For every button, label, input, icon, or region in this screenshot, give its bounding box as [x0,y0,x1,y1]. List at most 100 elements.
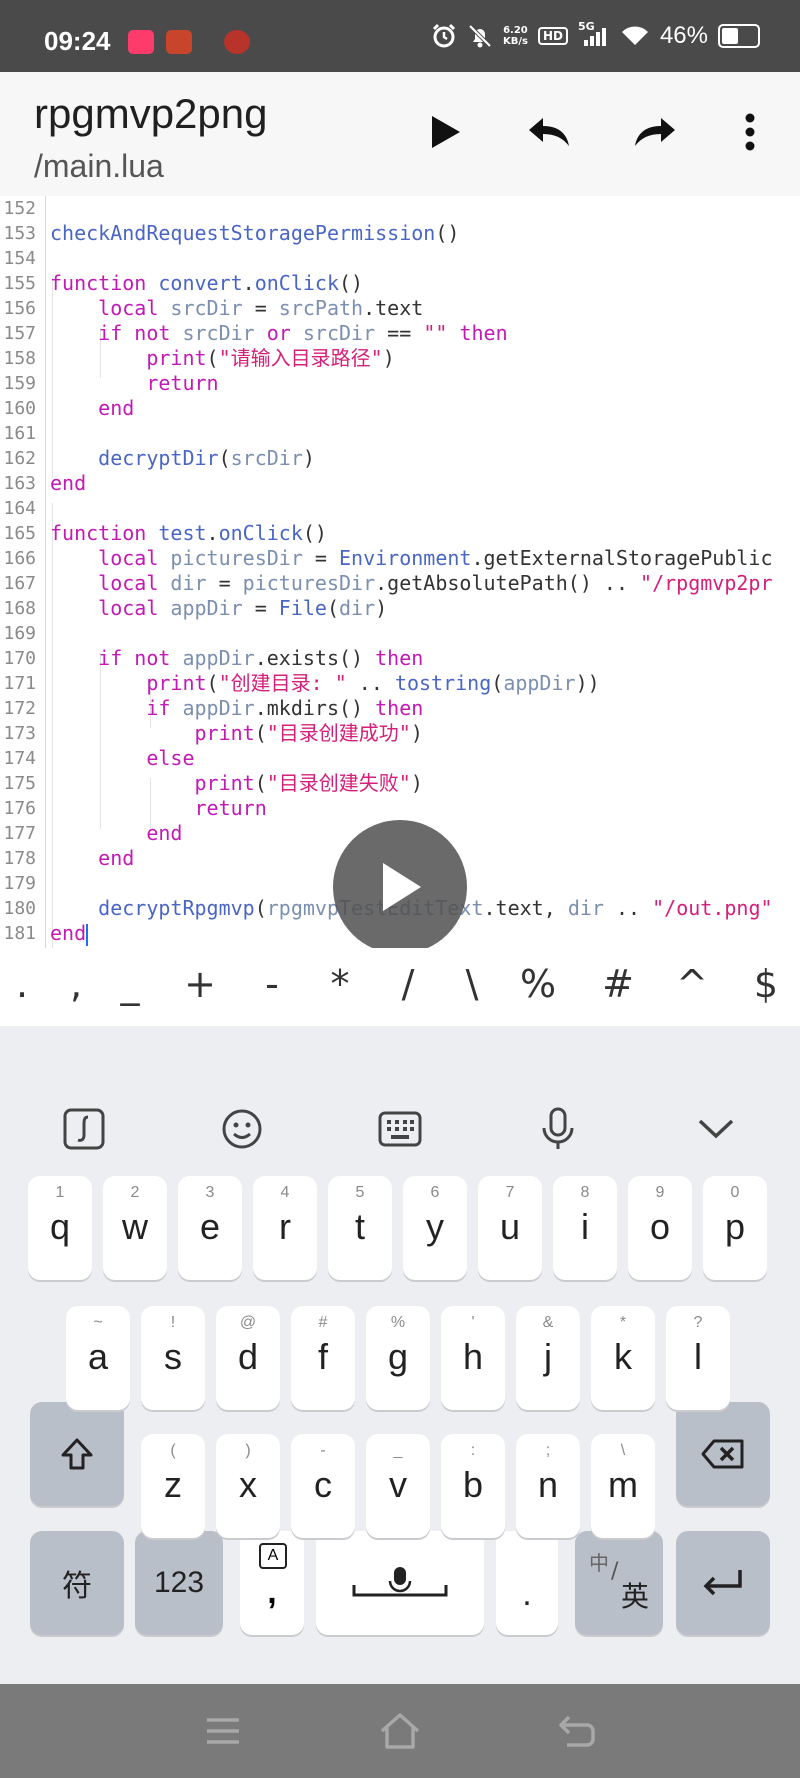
key-r[interactable]: 4r [253,1176,317,1280]
code-line[interactable]: 167 local dir = picturesDir.getAbsoluteP… [0,571,800,596]
shift-icon [61,1438,93,1470]
key-o[interactable]: 9o [628,1176,692,1280]
line-number: 178 [3,848,36,869]
key-d[interactable]: @ d [216,1306,280,1410]
code-line[interactable]: 176 return [0,796,800,821]
key-hint: ? [693,1314,703,1331]
key-h[interactable]: ' h [441,1306,505,1410]
key-p[interactable]: 0p [703,1176,767,1280]
code-line[interactable]: 164 [0,496,800,521]
emoji-button[interactable] [217,1104,267,1154]
code-line[interactable]: 157 if not srcDir or srcDir == "" then [0,321,800,346]
back-button[interactable] [552,1706,602,1756]
code-line[interactable]: 172 if appDir.mkdirs() then [0,696,800,721]
key-m[interactable]: \ m [591,1434,655,1538]
key-g[interactable]: % g [366,1306,430,1410]
key-n[interactable]: ; n [516,1434,580,1538]
symbol-key[interactable]: % [508,962,568,1006]
code-line[interactable]: 159 return [0,371,800,396]
redo-button[interactable] [624,102,684,162]
code-text: checkAndRequestStoragePermission() [50,221,459,246]
recent-apps-button[interactable] [198,1706,248,1756]
code-line[interactable]: 155 function convert.onClick() [0,271,800,296]
key-w[interactable]: 2w [103,1176,167,1280]
undo-button[interactable] [520,102,580,162]
code-line[interactable]: 160 end [0,396,800,421]
code-line[interactable]: 171 print("创建目录: " .. tostring(appDir)) [0,671,800,696]
symbol-key[interactable]: ^ [662,962,722,1006]
code-line[interactable]: 173 print("目录创建成功") [0,721,800,746]
key-f[interactable]: # f [291,1306,355,1410]
code-line[interactable]: 158 print("请输入目录路径") [0,346,800,371]
symbols-key[interactable]: 符 [30,1531,124,1635]
code-token: == [375,321,424,345]
key-b[interactable]: :b [441,1434,505,1538]
symbol-key[interactable]: _ [100,962,160,1006]
line-number: 161 [3,423,36,444]
numbers-key[interactable]: 123 [135,1531,223,1635]
code-line[interactable]: 175 print("目录创建失败") [0,771,800,796]
symbol-key[interactable]: / [378,962,438,1006]
code-line[interactable]: 153 checkAndRequestStoragePermission() [0,221,800,246]
code-line[interactable]: 163 end [0,471,800,496]
key-hint: ( [170,1442,176,1459]
code-line[interactable]: 161 [0,421,800,446]
home-button[interactable] [375,1706,425,1756]
key-s[interactable]: ! s [141,1306,205,1410]
space-key[interactable] [316,1531,484,1635]
code-token: ( [254,771,267,795]
symbol-key[interactable]: $ [736,962,796,1006]
code-line[interactable]: 154 [0,246,800,271]
hide-keyboard-button[interactable] [691,1104,741,1154]
symbol-key[interactable]: + [170,962,230,1006]
symbol-key[interactable]: , [46,962,106,1006]
key-e[interactable]: 3e [178,1176,242,1280]
key-j[interactable]: & j [516,1306,580,1410]
symbol-key[interactable]: * [310,962,370,1006]
more-options-button[interactable] [720,102,780,162]
keyboard-layout-button[interactable] [375,1104,425,1154]
key-q[interactable]: 1q [28,1176,92,1280]
enter-key[interactable] [676,1531,770,1635]
key-k[interactable]: * k [591,1306,655,1410]
line-number: 173 [3,723,36,744]
period-key[interactable]: . [496,1531,558,1635]
handwriting-button[interactable] [59,1104,109,1154]
key-a[interactable]: ~ a [66,1306,130,1410]
key-x[interactable]: ) x [216,1434,280,1538]
key-u[interactable]: 7u [478,1176,542,1280]
run-button[interactable] [414,102,474,162]
code-text: end [50,821,182,846]
key-t[interactable]: 5t [328,1176,392,1280]
key-z[interactable]: (z [141,1434,205,1538]
code-line[interactable]: 162 decryptDir(srcDir) [0,446,800,471]
code-line[interactable]: 166 local picturesDir = Environment.getE… [0,546,800,571]
code-token: ( [491,671,504,695]
voice-input-button[interactable] [533,1104,583,1154]
code-line[interactable]: 152 [0,196,800,221]
video-play-button[interactable] [333,820,467,954]
symbol-key[interactable]: . [0,962,52,1006]
language-switch-key[interactable]: 中 / 英 [575,1531,663,1635]
key-i[interactable]: 8i [553,1176,617,1280]
key-y[interactable]: 6y [403,1176,467,1280]
code-line[interactable]: 156 local srcDir = srcPath.text [0,296,800,321]
key-v[interactable]: _ v [366,1434,430,1538]
symbol-key[interactable]: - [242,962,302,1006]
key-c[interactable]: -c [291,1434,355,1538]
backspace-key[interactable] [676,1402,770,1506]
code-line[interactable]: 168 local appDir = File(dir) [0,596,800,621]
code-line[interactable]: 169 [0,621,800,646]
code-line[interactable]: 170 if not appDir.exists() then [0,646,800,671]
code-text: function test.onClick() [50,521,327,546]
symbol-key[interactable]: \ [442,962,502,1006]
key-hint: ; [545,1442,551,1459]
code-text: print("创建目录: " .. tostring(appDir)) [50,671,599,696]
shift-key[interactable] [30,1402,124,1506]
key-l[interactable]: ? l [666,1306,730,1410]
comma-key[interactable]: A , [240,1531,304,1635]
code-line[interactable]: 165 function test.onClick() [0,521,800,546]
code-line[interactable]: 174 else [0,746,800,771]
symbol-key[interactable]: # [588,962,648,1006]
notification-app-icon [128,30,154,54]
